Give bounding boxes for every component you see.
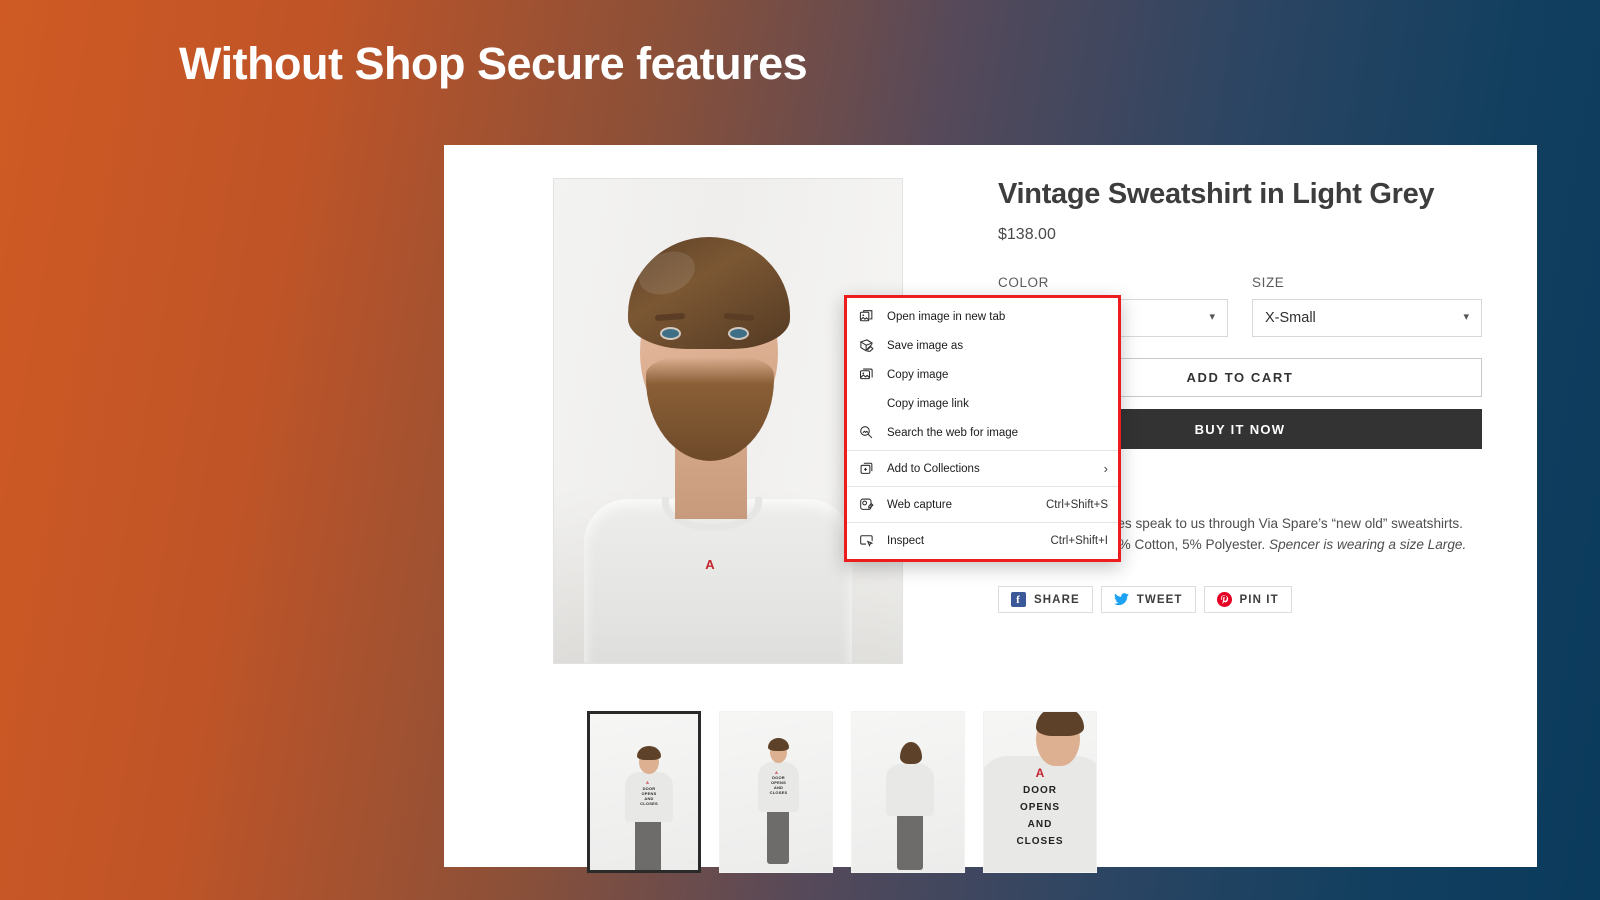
thumb4-graphic-text: DOOR OPENS AND CLOSES	[1016, 785, 1064, 847]
product-price: $138.00	[998, 226, 1056, 243]
image-context-menu[interactable]: Open image in new tab Save image as Copy…	[844, 295, 1121, 562]
thumb1-graphic-text: DOOR OPENS AND CLOSES	[640, 786, 658, 806]
pinterest-icon	[1216, 592, 1232, 607]
share-pinterest-label: PIN IT	[1239, 593, 1279, 606]
context-menu-label: Inspect	[887, 534, 925, 547]
thumb3-pants	[897, 812, 923, 870]
thumb4-graphic-mark: A	[1035, 766, 1045, 780]
copy-image-icon	[857, 366, 875, 384]
save-image-icon	[857, 337, 875, 355]
context-menu-item-save-image-as[interactable]: Save image as	[847, 331, 1118, 360]
share-facebook-button[interactable]: f SHARE	[998, 586, 1093, 613]
thumb2-hair	[768, 738, 789, 751]
share-facebook-label: SHARE	[1034, 593, 1080, 606]
variant-size-label: SIZE	[1252, 275, 1285, 290]
context-menu-label: Search the web for image	[887, 426, 1019, 439]
chevron-down-icon: ▾	[1209, 311, 1215, 324]
size-select[interactable]: X-Small ▾	[1252, 299, 1482, 337]
thumb2-pants	[767, 808, 789, 864]
share-pinterest-button[interactable]: PIN IT	[1203, 586, 1292, 613]
model-eye-left	[662, 329, 679, 338]
context-menu-shortcut: Ctrl+Shift+S	[1046, 498, 1108, 511]
thumbnail-1[interactable]: A DOOR OPENS AND CLOSES	[587, 711, 701, 873]
no-icon-placeholder	[857, 395, 875, 413]
thumbnail-2[interactable]: A DOOR OPENS AND CLOSES	[719, 711, 833, 873]
context-menu-item-inspect[interactable]: Inspect Ctrl+Shift+I	[847, 526, 1118, 555]
context-menu-item-web-capture[interactable]: Web capture Ctrl+Shift+S	[847, 490, 1118, 519]
context-menu-separator-2	[847, 486, 1118, 487]
thumb2-graphic-text: DOOR OPENS AND CLOSES	[769, 775, 788, 795]
inspect-icon	[857, 532, 875, 550]
thumbnail-4[interactable]: A DOOR OPENS AND CLOSES	[983, 711, 1097, 873]
social-share-row: f SHARE TWEET PIN IT	[998, 586, 1482, 613]
variant-color-label: COLOR	[998, 275, 1050, 290]
thumb1-hair	[637, 746, 661, 760]
model-eye-right	[730, 329, 747, 338]
thumbnail-3[interactable]	[851, 711, 965, 873]
open-in-new-tab-icon	[857, 308, 875, 326]
chevron-down-icon: ▾	[1463, 311, 1469, 324]
product-card: A Open image in new tab Save image as Co…	[444, 145, 1537, 873]
thumb1-pants	[635, 816, 661, 870]
context-menu-label: Copy image link	[887, 397, 969, 410]
web-capture-icon	[857, 496, 875, 514]
context-menu-separator-1	[847, 450, 1118, 451]
product-gallery: A Open image in new tab Save image as Co…	[553, 178, 1121, 873]
search-web-icon	[857, 424, 875, 442]
product-title: Vintage Sweatshirt in Light Grey	[998, 178, 1435, 210]
context-menu-item-copy-image-link[interactable]: Copy image link	[847, 389, 1118, 418]
thumbnail-strip[interactable]: A DOOR OPENS AND CLOSES A DOOR OPENS AND CLOSE…	[587, 711, 1097, 873]
collections-icon	[857, 460, 875, 478]
context-menu-label: Copy image	[887, 368, 949, 381]
context-menu-label: Web capture	[887, 498, 952, 511]
context-menu-shortcut: Ctrl+Shift+I	[1050, 534, 1108, 547]
context-menu-item-add-to-collections[interactable]: Add to Collections ›	[847, 454, 1118, 483]
twitter-icon	[1113, 592, 1129, 607]
variant-size: SIZE X-Small ▾	[1252, 275, 1482, 337]
sweatshirt-graphic-mark: A	[705, 557, 715, 572]
context-menu-label: Add to Collections	[887, 462, 980, 475]
thumb3-top	[886, 764, 934, 816]
context-menu-item-search-the-web-for-image[interactable]: Search the web for image	[847, 418, 1118, 447]
thumb4-hair	[1036, 712, 1084, 736]
share-twitter-button[interactable]: TWEET	[1100, 586, 1196, 613]
facebook-icon: f	[1011, 592, 1026, 607]
context-menu-item-copy-image[interactable]: Copy image	[847, 360, 1118, 389]
chevron-right-icon: ›	[1103, 461, 1108, 476]
context-menu-separator-3	[847, 522, 1118, 523]
size-select-value: X-Small	[1265, 310, 1316, 326]
description-italic-note: Spencer is wearing a size Large.	[1269, 536, 1467, 552]
thumb1-graphic-mark: A	[646, 780, 649, 785]
context-menu-item-open-image-in-new-tab[interactable]: Open image in new tab	[847, 302, 1118, 331]
context-menu-label: Open image in new tab	[887, 310, 1006, 323]
page-title: Without Shop Secure features	[179, 38, 808, 89]
share-twitter-label: TWEET	[1136, 593, 1183, 606]
context-menu-label: Save image as	[887, 339, 964, 352]
